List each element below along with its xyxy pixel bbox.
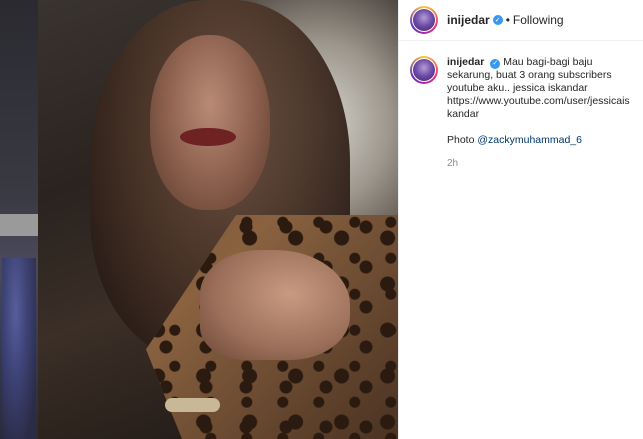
credit-prefix: Photo xyxy=(447,134,475,146)
avatar-photo xyxy=(413,59,435,81)
photo-subject-hand xyxy=(200,250,350,360)
caption-username[interactable]: inijedar xyxy=(447,56,484,68)
post-header: inijedar ✓ • Following xyxy=(399,0,643,41)
caption-body: inijedar ✓ Mau bagi-bagi baju sekarung, … xyxy=(447,56,632,170)
header-username[interactable]: inijedar xyxy=(447,13,490,27)
caption-avatar[interactable] xyxy=(410,56,438,84)
post-timestamp[interactable]: 2h xyxy=(447,157,632,170)
following-button[interactable]: Following xyxy=(513,13,564,27)
avatar[interactable] xyxy=(410,6,438,34)
post-side-panel: inijedar ✓ • Following inijedar ✓ Mau ba… xyxy=(398,0,643,439)
photo-subject-lips xyxy=(180,128,236,146)
separator-dot: • xyxy=(505,13,510,27)
previous-post-tab xyxy=(0,214,38,236)
photo-subject-face xyxy=(150,35,270,210)
credit-mention-link[interactable]: @zackymuhammad_6 xyxy=(477,134,582,146)
verified-badge-icon: ✓ xyxy=(492,15,503,25)
avatar-photo xyxy=(413,9,435,31)
flower-image xyxy=(2,258,36,439)
verified-badge-icon: ✓ xyxy=(490,58,501,69)
previous-post-preview[interactable] xyxy=(0,0,38,439)
post-photo[interactable] xyxy=(0,0,398,439)
photo-credit: Photo @zackymuhammad_6 xyxy=(447,134,632,147)
caption-block: inijedar ✓ Mau bagi-bagi baju sekarung, … xyxy=(399,56,643,170)
photo-subject-bracelet xyxy=(165,398,220,412)
